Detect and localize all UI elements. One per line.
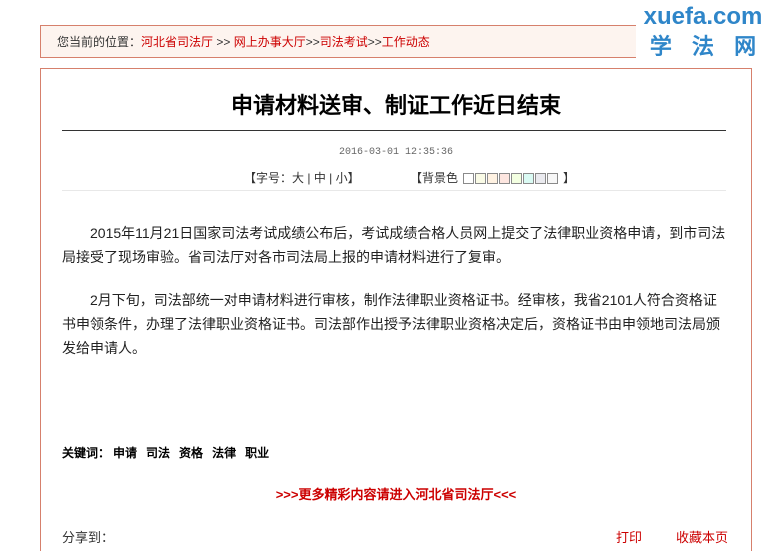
breadcrumb-separator: >> bbox=[305, 34, 320, 49]
article-paragraph: 2月下旬，司法部统一对申请材料进行审核，制作法律职业资格证书。经审核，我省210… bbox=[62, 292, 720, 356]
keywords-line: 关键词： 申请 司法 资格 法律 职业 bbox=[62, 445, 278, 461]
background-swatch[interactable] bbox=[523, 172, 535, 184]
more-content-link[interactable]: >>>更多精彩内容请进入河北省司法厅<<< bbox=[276, 487, 517, 502]
keyword-tag: 资格 bbox=[179, 446, 204, 460]
background-swatch[interactable] bbox=[499, 172, 511, 184]
keyword-tag: 申请 bbox=[113, 446, 138, 460]
keywords-label: 关键词： bbox=[62, 446, 111, 460]
font-size-separator: | bbox=[325, 171, 336, 185]
breadcrumb-label: 您当前的位置： bbox=[57, 35, 142, 49]
breadcrumb-link-judicial-exam[interactable]: 司法考试 bbox=[320, 33, 368, 50]
background-swatch[interactable] bbox=[535, 172, 547, 184]
page: 您当前的位置： 河北省司法厅 >> 网上办事大厅 >> 司法考试 >> 工作动态… bbox=[0, 0, 770, 551]
font-size-tool: 【字号： 大 | 中 | 小 】 bbox=[244, 171, 360, 185]
font-size-tool-close: 】 bbox=[347, 171, 360, 185]
more-content-row: >>>更多精彩内容请进入河北省司法厅<<< bbox=[41, 487, 751, 503]
site-watermark: xuefa.com 学 法 网 bbox=[636, 0, 770, 62]
favorite-link[interactable]: 收藏本页 bbox=[676, 530, 728, 546]
background-swatch[interactable] bbox=[463, 172, 475, 184]
background-tool-label: 【背景色 bbox=[410, 171, 459, 185]
watermark-site-name: 学 法 网 bbox=[649, 34, 757, 59]
breadcrumb-separator: >> bbox=[213, 34, 234, 49]
article-container: 申请材料送审、制证工作近日结束 2016-03-01 12:35:36 【字号：… bbox=[40, 68, 752, 551]
breadcrumb-link-justice-department[interactable]: 河北省司法厅 bbox=[141, 33, 213, 50]
keyword-tag: 法律 bbox=[212, 446, 237, 460]
share-label: 分享到： bbox=[62, 530, 115, 545]
breadcrumb-separator: >> bbox=[367, 34, 382, 49]
background-swatches bbox=[463, 172, 559, 184]
background-swatch[interactable] bbox=[547, 172, 559, 184]
background-swatch[interactable] bbox=[475, 172, 487, 184]
font-size-large-button[interactable]: 大 bbox=[292, 171, 304, 185]
article-title: 申请材料送审、制证工作近日结束 bbox=[230, 93, 561, 118]
font-size-small-button[interactable]: 小 bbox=[336, 171, 348, 185]
keyword-tag: 司法 bbox=[146, 446, 171, 460]
breadcrumb-link-online-service-hall[interactable]: 网上办事大厅 bbox=[234, 33, 306, 50]
background-tool-close: 】 bbox=[563, 171, 576, 185]
font-size-tool-label: 【字号： bbox=[244, 171, 293, 185]
background-swatch[interactable] bbox=[487, 172, 499, 184]
font-size-separator: | bbox=[304, 171, 314, 185]
article-datetime: 2016-03-01 12:35:36 bbox=[338, 147, 454, 158]
print-link[interactable]: 打印 bbox=[616, 530, 642, 546]
article-paragraph: 2015年11月21日国家司法考试成绩公布后，考试成绩合格人员网上提交了法律职业… bbox=[62, 225, 726, 265]
title-divider bbox=[62, 130, 726, 131]
keyword-tag: 职业 bbox=[245, 446, 270, 460]
background-color-tool: 【背景色 】 bbox=[410, 171, 575, 185]
background-swatch[interactable] bbox=[511, 172, 523, 184]
breadcrumb-link-work-news[interactable]: 工作动态 bbox=[382, 33, 430, 50]
font-size-medium-button[interactable]: 中 bbox=[314, 171, 326, 185]
watermark-site-url: xuefa.com bbox=[643, 3, 763, 30]
toolbar-divider bbox=[62, 190, 726, 191]
